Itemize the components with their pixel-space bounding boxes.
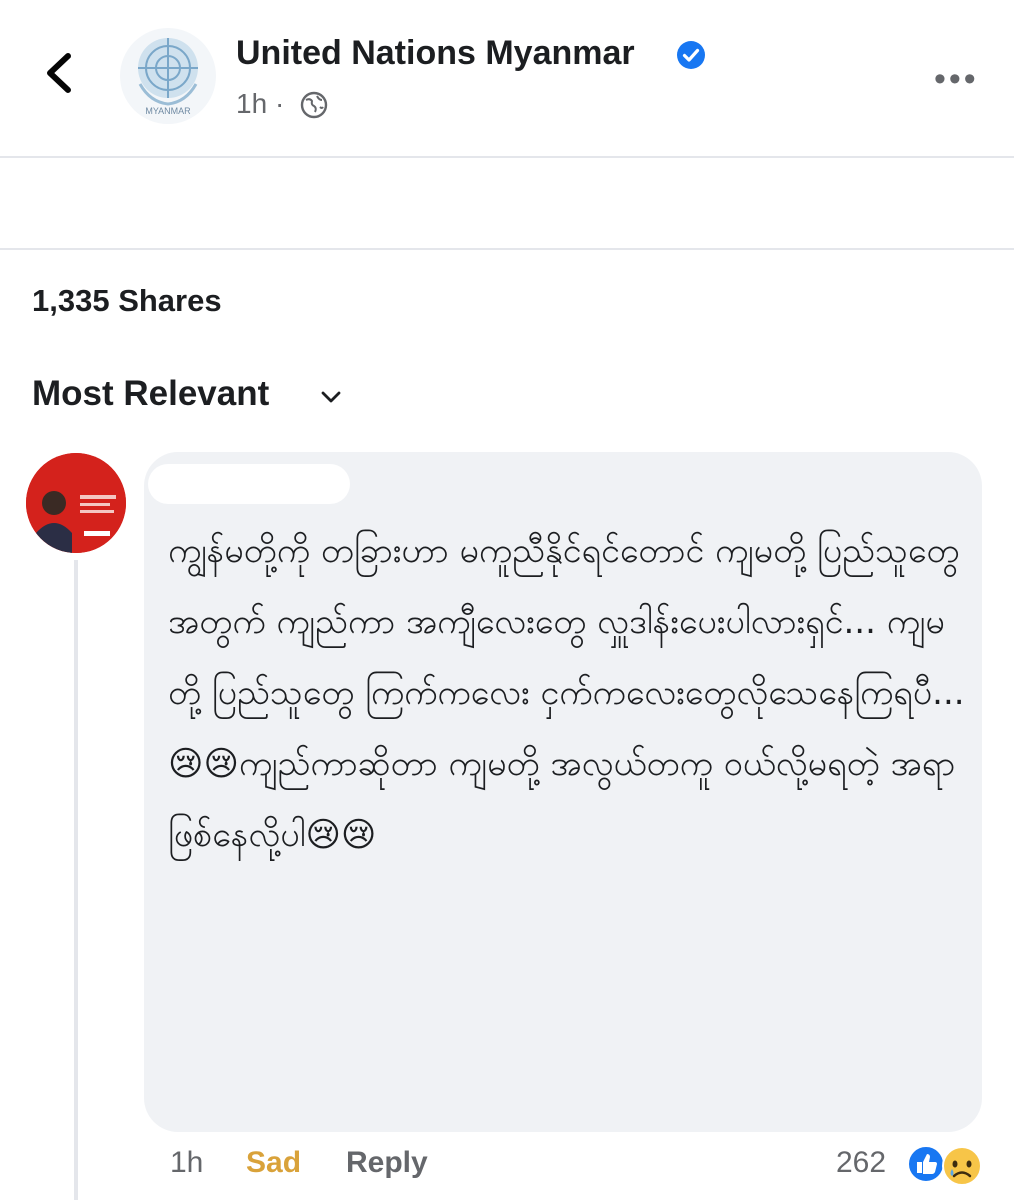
post-meta: 1h · xyxy=(236,88,284,120)
avatar-caption: MYANMAR xyxy=(145,106,191,116)
shares-count[interactable]: 1,335 Shares xyxy=(32,283,222,319)
comment-sort-label[interactable]: Most Relevant xyxy=(32,374,269,414)
un-emblem-icon: MYANMAR xyxy=(138,38,198,116)
chevron-down-icon[interactable] xyxy=(318,384,344,410)
meta-separator: · xyxy=(274,88,285,119)
back-chevron-icon[interactable] xyxy=(40,48,80,98)
reply-button[interactable]: Reply xyxy=(346,1146,428,1180)
page-avatar[interactable]: MYANMAR xyxy=(120,28,216,124)
profile-frame-icon xyxy=(26,453,126,553)
comment-time[interactable]: 1h xyxy=(170,1146,203,1180)
globe-icon[interactable] xyxy=(300,91,328,119)
verified-badge-icon xyxy=(677,41,705,69)
post-time[interactable]: 1h xyxy=(236,88,267,119)
divider xyxy=(0,248,1014,250)
sad-reaction-button[interactable]: Sad xyxy=(246,1146,301,1180)
comment-text: ကျွန်မတို့ကို တခြားဟာ မကူညီနိုင်ရင်တောင်… xyxy=(168,531,965,855)
redacted-commenter-name xyxy=(148,464,350,504)
more-options-icon[interactable]: ••• xyxy=(934,60,979,99)
sad-reaction-icon xyxy=(942,1146,982,1186)
reaction-count[interactable]: 262 xyxy=(836,1146,886,1180)
thread-line xyxy=(74,560,78,1200)
commenter-avatar[interactable] xyxy=(26,453,126,553)
divider xyxy=(0,156,1014,158)
page-name[interactable]: United Nations Myanmar xyxy=(236,34,635,73)
